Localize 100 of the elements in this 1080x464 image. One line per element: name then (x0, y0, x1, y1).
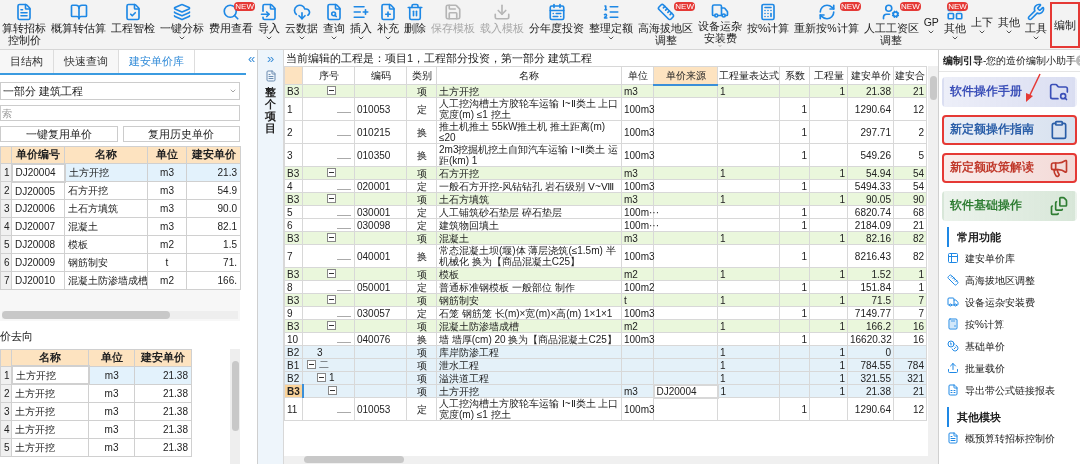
column-header[interactable]: 名称 (436, 66, 622, 85)
row-header[interactable]: B3 (284, 166, 303, 180)
column-header: 单位 (147, 146, 187, 164)
collapse-button[interactable]: « (247, 52, 256, 66)
panel-tab[interactable]: 快速查询 (54, 50, 119, 73)
toolbar-button[interactable]: 其他 (995, 2, 1022, 48)
guide-card[interactable]: 软件操作手册 (942, 77, 1077, 107)
row-header[interactable]: 6 (284, 218, 303, 232)
table-cell: 土方开挖 (11, 438, 89, 457)
collapse-box-icon[interactable] (327, 320, 336, 330)
toolbar-button[interactable]: NEW 费用查看 (207, 2, 255, 48)
row-header[interactable]: 11 (284, 397, 303, 421)
function-link[interactable]: 概预算转招标控制价 (947, 427, 1072, 449)
collapse-box-icon[interactable] (317, 373, 326, 382)
column-header[interactable]: 单位 (621, 66, 654, 85)
row-header[interactable]: 4 (284, 179, 303, 193)
row-header[interactable]: B3 (284, 267, 303, 281)
guide-card[interactable]: 软件基础操作 (942, 191, 1077, 221)
toolbar-button[interactable]: 查询 (321, 2, 347, 48)
action-button[interactable]: 一键复用单价 (0, 126, 118, 142)
toolbar-button[interactable]: 概算转估算 (49, 2, 108, 48)
row-header[interactable]: 3 (284, 143, 303, 167)
row-header[interactable]: B3 (284, 231, 303, 245)
toolbar-button[interactable]: 编制 (1049, 2, 1080, 48)
collapse-box-icon[interactable] (307, 360, 316, 369)
toolbar-button[interactable]: 算转招标 控制价 (0, 2, 48, 48)
function-link[interactable]: 建安单价库 (947, 247, 1072, 269)
column-header[interactable]: 单价来源 (653, 66, 718, 85)
row-header[interactable]: 9 (284, 306, 303, 320)
toolbar-button[interactable]: 云数据 (283, 2, 320, 48)
guide-card[interactable]: 新定额操作指南 (942, 115, 1077, 145)
toolbar-button[interactable]: NEW 高海拔地区 调整 (636, 2, 695, 48)
function-link[interactable]: 批量载价 (947, 357, 1072, 379)
toolbar-button[interactable]: NEW 重新按%计算 (792, 2, 861, 48)
table-row[interactable]: 1 DJ20004 土方开挖 m3 21.3 (0, 163, 241, 182)
toolbar-button[interactable]: 导入 (256, 2, 282, 48)
collapse-box-icon[interactable] (327, 385, 337, 395)
column-header[interactable]: 系数 (779, 66, 810, 85)
column-header[interactable]: 建安单价 (847, 66, 894, 85)
row-header[interactable]: B3 (284, 319, 303, 333)
table-cell: 换 (406, 244, 437, 268)
toolbar-button[interactable]: NEW 人工工资区 调整 (861, 2, 921, 48)
table-row[interactable]: 1 土方开挖 m3 21.38 (0, 366, 192, 385)
row-header[interactable]: 5 (284, 205, 303, 219)
category-dropdown[interactable]: 一部分 建筑工程 (0, 82, 240, 100)
horizontal-scrollbar[interactable] (2, 311, 238, 319)
column-header[interactable]: 序号 (302, 66, 355, 85)
function-link[interactable]: 设备运杂安装费 (947, 291, 1072, 313)
toolbar-button[interactable]: 删除 (402, 2, 428, 48)
function-link[interactable]: 按%计算 (947, 313, 1072, 335)
action-button[interactable]: 复用历史单价 (122, 126, 240, 142)
collapse-box-icon[interactable] (327, 268, 336, 278)
function-link[interactable]: 高海拔地区调整 (947, 269, 1072, 291)
wrench-icon (1026, 3, 1045, 21)
column-header[interactable]: 建安合 (893, 66, 927, 85)
toolbar-button[interactable]: 补充 (375, 2, 401, 48)
row-header[interactable]: B3 (284, 192, 303, 206)
toolbar-button[interactable]: 工程智检 (109, 2, 157, 48)
table-cell: 321.55 (847, 371, 894, 385)
row-header[interactable]: B1 (284, 358, 303, 372)
row-header[interactable]: 8 (284, 280, 303, 294)
collapse-box-icon[interactable] (327, 167, 336, 177)
search-field[interactable]: 索 (0, 105, 240, 121)
row-header[interactable]: 2 (284, 120, 303, 144)
row-header[interactable]: 7 (284, 244, 303, 268)
toolbar-button[interactable]: 按%计算 (745, 2, 792, 48)
panel-tab[interactable]: 目结构 (0, 50, 54, 73)
column-header[interactable]: 工程量 (809, 66, 848, 85)
row-header[interactable]: B2 (284, 371, 303, 385)
table-cell: m3 (621, 192, 654, 206)
toolbar-button[interactable]: NEW 其他 (941, 2, 968, 48)
toolbar-button[interactable]: 工具 (1022, 2, 1049, 48)
column-header[interactable]: 编码 (354, 66, 407, 85)
row-header[interactable]: B3 (284, 293, 303, 307)
row-header[interactable]: B2 (284, 345, 303, 359)
caret-icon (384, 34, 392, 42)
horizontal-scrollbar[interactable] (284, 456, 938, 464)
collapse-box-icon[interactable] (327, 294, 336, 304)
row-header[interactable]: B3 (284, 84, 303, 98)
toolbar-button[interactable]: 设备运杂 安装费 (696, 2, 744, 48)
column-header[interactable]: 工程量表达式 (717, 66, 780, 85)
row-header[interactable]: 10 (284, 332, 303, 346)
function-link[interactable]: 基础单价 (947, 335, 1072, 357)
collapse-box-icon[interactable] (327, 232, 336, 242)
column-header[interactable]: 类别 (406, 66, 437, 85)
toolbar-button[interactable]: 插入 (348, 2, 374, 48)
guide-card[interactable]: 新定额政策解读 (942, 153, 1077, 183)
toolbar-button[interactable]: 一键分标 (158, 2, 206, 48)
toolbar-button[interactable]: GP (921, 2, 941, 48)
document-icon[interactable] (264, 70, 277, 82)
toolbar-button[interactable]: 分年度投资 (527, 2, 586, 48)
toolbar-button[interactable]: 整理定额 (587, 2, 635, 48)
vertical-scrollbar[interactable] (928, 66, 938, 456)
toolbar-button[interactable]: 上下 (968, 2, 995, 48)
function-link[interactable]: 导出带公式链接报表 (947, 379, 1072, 401)
collapse-box-icon[interactable] (327, 193, 336, 203)
collapse-box-icon[interactable] (327, 85, 336, 95)
row-header[interactable]: 1 (284, 97, 303, 121)
table-cell: 321 (893, 371, 927, 385)
vertical-scrollbar[interactable] (230, 348, 240, 464)
